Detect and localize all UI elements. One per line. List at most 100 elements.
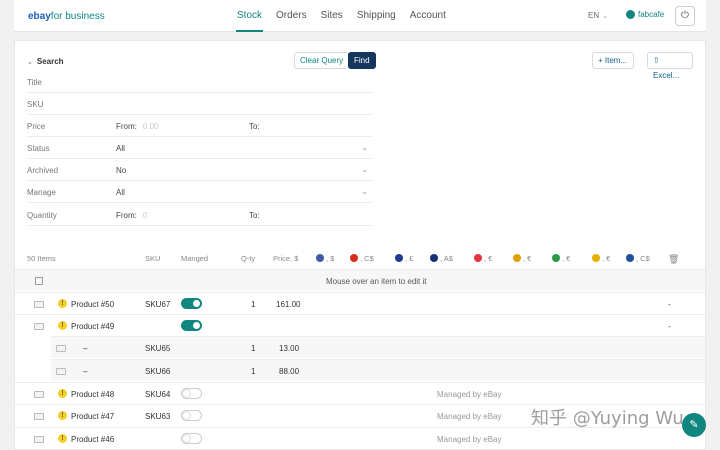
- col-price-eur-es[interactable]: , €: [592, 254, 610, 263]
- price-to-input[interactable]: To:: [249, 122, 260, 131]
- select-all-checkbox[interactable]: [35, 277, 43, 285]
- power-icon: ⏻: [681, 10, 689, 21]
- table-header: 50 Items SKU Manged Q-ty Price, $ , $ , …: [15, 251, 705, 267]
- chevron-down-icon: ⌄: [27, 59, 33, 66]
- image-placeholder-icon: [34, 391, 44, 398]
- title-label: Title: [27, 78, 42, 87]
- col-price[interactable]: Price, $: [273, 254, 298, 263]
- watermark: 知乎 @Yuying Wu: [531, 408, 684, 429]
- archived-label: Archived: [27, 166, 59, 175]
- find-button[interactable]: Find: [348, 52, 376, 69]
- managed-toggle[interactable]: [181, 433, 202, 444]
- toggle-knob: [182, 434, 191, 443]
- price-from-input[interactable]: From: 0.00: [116, 122, 158, 131]
- variant-qty: 1: [251, 344, 256, 353]
- title-field[interactable]: Title: [27, 71, 372, 93]
- table-row[interactable]: ! Product #50 SKU67 1 161.00 -: [15, 292, 705, 314]
- language-select[interactable]: EN ⌄: [588, 11, 608, 20]
- currency-label: , €: [602, 254, 611, 263]
- product-price: 161.00: [276, 300, 301, 309]
- col-price-cad[interactable]: , C$: [350, 254, 374, 263]
- managed-toggle[interactable]: [181, 320, 202, 331]
- table-row[interactable]: ! Product #49 -: [15, 314, 705, 336]
- col-price-aud[interactable]: , A$: [430, 254, 453, 263]
- quantity-from-placeholder: 0: [142, 211, 148, 220]
- warning-icon: !: [58, 321, 67, 330]
- status-select[interactable]: Status All ⌄: [27, 137, 372, 159]
- variant-row[interactable]: – SKU65 1 13.00: [51, 336, 705, 358]
- currency-label: , C$: [360, 254, 374, 263]
- price-label: Price: [27, 122, 46, 131]
- tab-sites[interactable]: Sites: [320, 0, 344, 32]
- managed-toggle[interactable]: [181, 410, 202, 421]
- add-item-label: Item...: [604, 56, 628, 65]
- manage-select[interactable]: Manage All ⌄: [27, 181, 372, 203]
- col-price-gbp[interactable]: , £: [395, 254, 413, 263]
- trash-icon[interactable]: 🗑: [668, 254, 679, 265]
- currency-label: , A$: [440, 254, 453, 263]
- toggle-knob: [192, 299, 201, 308]
- table-hint: Mouse over an item to edit it: [326, 277, 427, 286]
- variant-price: 88.00: [279, 367, 300, 376]
- col-price-eur-it[interactable]: , €: [552, 254, 570, 263]
- tab-account[interactable]: Account: [409, 0, 447, 32]
- managed-toggle[interactable]: [181, 298, 202, 309]
- warning-icon: !: [58, 411, 67, 420]
- quantity-from-input[interactable]: From: 0: [116, 211, 147, 220]
- warning-icon: !: [58, 299, 67, 308]
- price-field: Price From: 0.00 To:: [27, 115, 372, 137]
- col-qty[interactable]: Q-ty: [241, 254, 255, 263]
- quantity-to-label: To:: [249, 211, 260, 220]
- product-sku: SKU63: [145, 412, 171, 421]
- es-flag-icon: [592, 254, 600, 262]
- status-label: Status: [27, 144, 50, 153]
- variant-row[interactable]: – SKU66 1 88.00: [51, 359, 705, 381]
- product-name: Product #46: [71, 435, 115, 444]
- archived-select[interactable]: Archived No ⌄: [27, 159, 372, 181]
- ca-flag-icon: [350, 254, 358, 262]
- product-name: Product #47: [71, 412, 115, 421]
- select-all-row: Mouse over an item to edit it: [15, 269, 705, 291]
- image-placeholder-icon: [34, 436, 44, 443]
- search-toggle[interactable]: ⌄ Search: [27, 57, 64, 66]
- chat-button[interactable]: ✎: [682, 413, 706, 437]
- excel-button[interactable]: ⇧ Excel...: [647, 52, 693, 80]
- toggle-knob: [182, 389, 191, 398]
- price-from-label: From:: [116, 122, 137, 131]
- uk-flag-icon: [395, 254, 403, 262]
- ca-fr-flag-icon: [626, 254, 634, 262]
- sku-field[interactable]: SKU: [27, 93, 372, 115]
- manage-value: All: [116, 188, 125, 197]
- logo[interactable]: ebayfor business: [28, 11, 105, 22]
- add-item-button[interactable]: + Item...: [592, 52, 634, 69]
- status-value: All: [116, 144, 125, 153]
- tab-shipping[interactable]: Shipping: [356, 0, 397, 32]
- clear-query-button[interactable]: Clear Query: [294, 52, 350, 69]
- currency-label: , €: [523, 254, 532, 263]
- user-icon: [626, 10, 635, 19]
- variant-sku: SKU65: [145, 344, 171, 353]
- product-name: Product #50: [71, 300, 115, 309]
- table-row[interactable]: ! Product #46 Managed by eBay: [15, 427, 705, 449]
- user-menu[interactable]: fabcafe: [626, 10, 664, 19]
- col-managed[interactable]: Manged: [181, 254, 208, 263]
- toggle-knob: [192, 321, 201, 330]
- chat-icon: ✎: [689, 419, 699, 431]
- quantity-to-input[interactable]: To:: [249, 211, 260, 220]
- col-price-eur-fr[interactable]: , €: [474, 254, 492, 263]
- power-button[interactable]: ⏻: [675, 6, 695, 26]
- currency-label: , €: [562, 254, 571, 263]
- table-row[interactable]: ! Product #48 SKU64 Managed by eBay: [15, 382, 705, 404]
- col-price-usd[interactable]: , $: [316, 254, 334, 263]
- col-price-cad-fr[interactable]: , C$: [626, 254, 650, 263]
- it-flag-icon: [552, 254, 560, 262]
- variant-sku: SKU66: [145, 367, 171, 376]
- tab-stock[interactable]: Stock: [236, 0, 264, 32]
- tab-orders[interactable]: Orders: [275, 0, 308, 32]
- variant-qty: 1: [251, 367, 256, 376]
- col-sku[interactable]: SKU: [145, 254, 160, 263]
- upload-icon: ⇧: [653, 56, 660, 65]
- col-price-eur-de[interactable]: , €: [513, 254, 531, 263]
- quantity-label: Quantity: [27, 211, 57, 220]
- managed-toggle[interactable]: [181, 388, 202, 399]
